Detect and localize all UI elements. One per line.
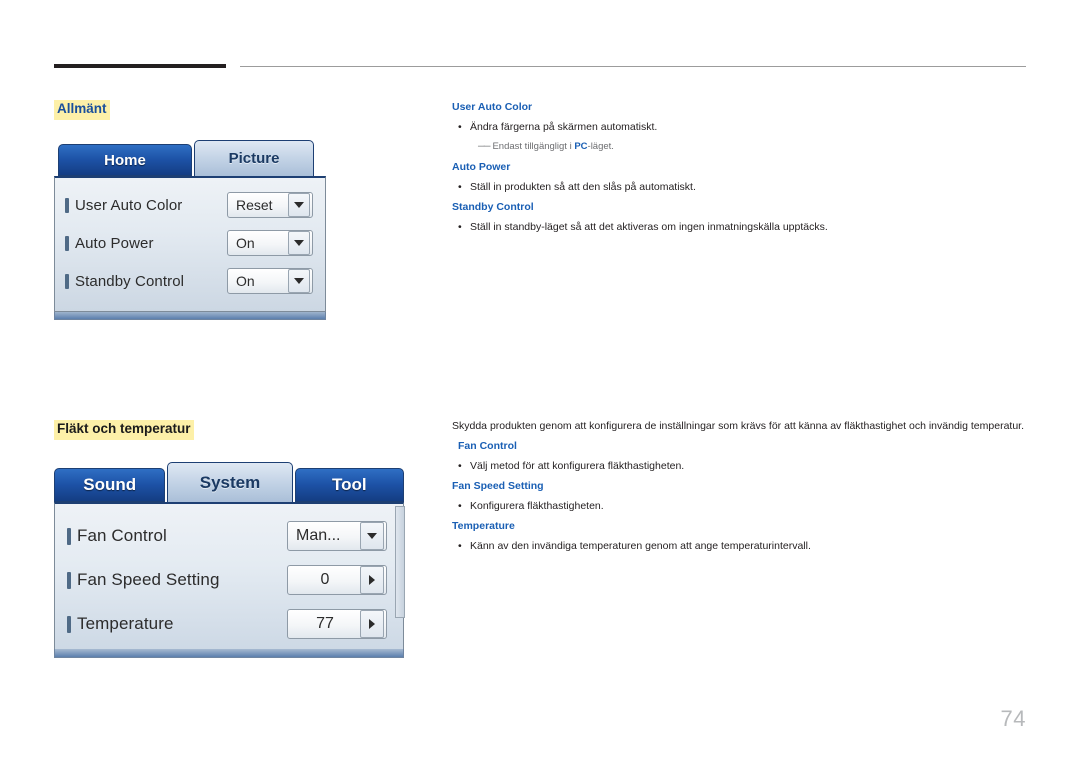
osd-row-label: Fan Control	[67, 526, 167, 546]
tab-picture[interactable]: Picture	[194, 140, 314, 176]
bullet-standby-control: • Ställ in standby-läget så att det aktiv…	[458, 221, 828, 233]
note-suffix: -läget.	[587, 141, 614, 152]
bullet-dot-icon: •	[458, 221, 462, 233]
osd-panel-general: Home Picture User Auto Color Reset Auto …	[54, 140, 326, 320]
chevron-down-icon[interactable]	[288, 269, 310, 293]
osd-body-general: User Auto Color Reset Auto Power On Stan…	[54, 176, 326, 312]
header-rule-thick	[54, 64, 226, 68]
osd-row-fan-speed-setting[interactable]: Fan Speed Setting 0	[55, 558, 403, 602]
heading-standby-control: Standby Control	[452, 201, 534, 213]
chevron-right-icon[interactable]	[360, 610, 384, 638]
section-title-general: Allmänt	[54, 100, 110, 120]
bullet-dot-icon: •	[458, 181, 462, 193]
osd-body-fan: Fan Control Man... Fan Speed Setting 0 T…	[54, 502, 404, 658]
osd-value-text: Reset	[236, 197, 273, 213]
osd-row-standby-control[interactable]: Standby Control On	[55, 262, 325, 300]
osd-row-label: User Auto Color	[65, 197, 182, 214]
osd-label-text: Temperature	[77, 614, 174, 633]
osd-value-text: On	[236, 235, 255, 251]
note-prefix: Endast tillgängligt i	[492, 141, 575, 152]
intro-fan: Skydda produkten genom att konfigurera d…	[452, 420, 1024, 432]
tab-tool[interactable]: Tool	[294, 468, 405, 502]
osd-value-dropdown[interactable]: Man...	[287, 521, 387, 551]
bullet-dot-icon: •	[458, 540, 462, 552]
osd-row-user-auto-color[interactable]: User Auto Color Reset	[55, 186, 325, 224]
note-dash-icon: ──	[478, 141, 491, 152]
bullet-fan-control: • Välj metod för att konfigurera fläkthas…	[458, 460, 684, 472]
osd-row-label: Standby Control	[65, 273, 184, 290]
osd-row-label: Fan Speed Setting	[67, 570, 220, 590]
heading-user-auto-color: User Auto Color	[452, 101, 533, 113]
heading-auto-power: Auto Power	[452, 161, 511, 173]
osd-scrollbar[interactable]	[395, 506, 405, 618]
bullet-text: Konfigurera fläkthastigheten.	[470, 500, 604, 512]
osd-tabbar-fan: Sound System Tool	[54, 462, 405, 502]
chevron-down-icon[interactable]	[288, 193, 310, 217]
bullet-text: Ställ in produkten så att den slås på au…	[470, 181, 696, 193]
bullet-text: Känn av den invändiga temperaturen genom…	[470, 540, 811, 552]
bullet-bar-icon	[65, 197, 69, 213]
page-number: 74	[1000, 706, 1026, 731]
tab-sound[interactable]: Sound	[54, 468, 166, 502]
osd-row-auto-power[interactable]: Auto Power On	[55, 224, 325, 262]
bullet-text: Välj metod för att konfigurera fläkthast…	[470, 460, 685, 472]
osd-row-label: Auto Power	[65, 235, 154, 252]
note-user-auto-color: ── Endast tillgängligt i PC-läget.	[478, 141, 614, 152]
bullet-bar-icon	[67, 615, 71, 633]
bullet-bar-icon	[67, 527, 71, 545]
bullet-bar-icon	[65, 273, 69, 289]
chevron-down-icon[interactable]	[360, 522, 384, 550]
osd-row-fan-control[interactable]: Fan Control Man...	[55, 514, 403, 558]
chevron-right-icon[interactable]	[360, 566, 384, 594]
bullet-dot-icon: •	[458, 460, 462, 472]
osd-value-stepper[interactable]: 0	[287, 565, 387, 595]
bullet-bar-icon	[65, 235, 69, 251]
bullet-text: Ställ in standby-läget så att det aktive…	[470, 221, 828, 233]
bullet-text: Ändra färgerna på skärmen automatiskt.	[470, 121, 658, 133]
osd-label-text: Fan Speed Setting	[77, 570, 220, 589]
bullet-dot-icon: •	[458, 500, 462, 512]
osd-value-dropdown[interactable]: On	[227, 268, 313, 294]
chevron-down-icon[interactable]	[288, 231, 310, 255]
bullet-dot-icon: •	[458, 121, 462, 133]
osd-label-text: Auto Power	[75, 234, 154, 252]
osd-value-text: On	[236, 273, 255, 289]
bullet-auto-power: • Ställ in produkten så att den slås på a…	[458, 181, 696, 193]
osd-row-label: Temperature	[67, 614, 174, 634]
osd-bottom-strip	[54, 649, 404, 658]
osd-bottom-strip	[54, 312, 326, 320]
heading-temperature: Temperature	[452, 520, 515, 532]
header-rule-thin	[240, 66, 1026, 67]
osd-tabbar-general: Home Picture	[54, 140, 326, 176]
bullet-temperature: • Känn av den invändiga temperaturen geno…	[458, 540, 811, 552]
osd-label-text: User Auto Color	[75, 196, 183, 214]
osd-value-dropdown[interactable]: Reset	[227, 192, 313, 218]
tab-system[interactable]: System	[167, 462, 293, 502]
heading-fan-control: Fan Control	[458, 440, 517, 452]
bullet-user-auto-color: • Ändra färgerna på skärmen automatiskt.	[458, 121, 657, 133]
header-rule	[54, 64, 1026, 72]
osd-value-text: 0	[320, 571, 330, 588]
osd-panel-fan: Sound System Tool Fan Control Man... Fan…	[54, 462, 405, 658]
section-title-fan: Fläkt och temperatur	[54, 420, 194, 440]
bullet-fan-speed-setting: • Konfigurera fläkthastigheten.	[458, 500, 604, 512]
osd-value-stepper[interactable]: 77	[287, 609, 387, 639]
bullet-bar-icon	[67, 571, 71, 589]
osd-value-text: Man...	[296, 527, 341, 544]
osd-value-dropdown[interactable]: On	[227, 230, 313, 256]
tab-home[interactable]: Home	[58, 144, 192, 176]
osd-value-text: 77	[316, 615, 334, 632]
osd-label-text: Standby Control	[75, 272, 185, 290]
osd-row-temperature[interactable]: Temperature 77	[55, 602, 403, 646]
heading-fan-speed-setting: Fan Speed Setting	[452, 480, 544, 492]
note-bold: PC	[574, 141, 588, 152]
osd-label-text: Fan Control	[77, 526, 167, 545]
